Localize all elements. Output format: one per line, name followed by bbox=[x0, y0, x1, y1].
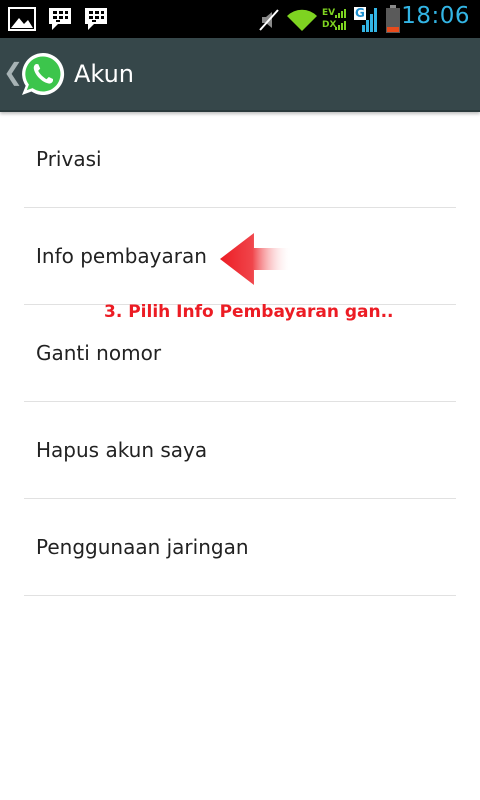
action-bar: ❮ Akun bbox=[0, 38, 480, 112]
list-item-label: Privasi bbox=[36, 147, 102, 171]
list-item-privasi[interactable]: Privasi bbox=[24, 111, 456, 208]
ev-dx-signal-icon: EV DX bbox=[322, 7, 350, 33]
bbm-icon bbox=[85, 8, 107, 30]
battery-low-icon bbox=[386, 5, 400, 33]
red-arrow-left-icon bbox=[220, 233, 292, 285]
list-item-label: Info pembayaran bbox=[36, 244, 207, 268]
status-bar: EV DX G 18:06 bbox=[0, 0, 480, 38]
whatsapp-logo[interactable] bbox=[19, 50, 67, 98]
clock: 18:06 bbox=[401, 3, 470, 29]
mute-icon bbox=[259, 9, 279, 31]
bbm-icon bbox=[49, 8, 71, 30]
g-signal-icon: G bbox=[354, 7, 380, 33]
annotation-text: 3. Pilih Info Pembayaran gan.. bbox=[104, 302, 394, 322]
list-item-hapus-akun[interactable]: Hapus akun saya bbox=[24, 402, 456, 499]
list-item-label: Ganti nomor bbox=[36, 341, 162, 365]
wifi-icon bbox=[287, 9, 317, 32]
list-item-penggunaan-jaringan[interactable]: Penggunaan jaringan bbox=[24, 499, 456, 596]
gallery-icon bbox=[8, 7, 36, 31]
list-item-label: Hapus akun saya bbox=[36, 438, 208, 462]
list-item-label: Penggunaan jaringan bbox=[36, 535, 249, 559]
page-title: Akun bbox=[74, 60, 134, 88]
settings-list: Privasi Info pembayaran Ganti nomor Hapu… bbox=[24, 111, 456, 596]
